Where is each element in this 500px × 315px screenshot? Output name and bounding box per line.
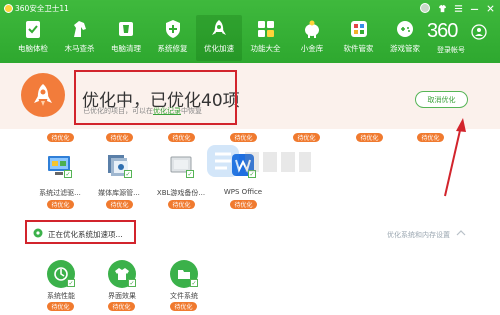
pending-badge[interactable]: 待优化 (170, 302, 197, 311)
piggy-bank-icon (301, 18, 323, 40)
pending-badge[interactable]: 待优化 (230, 200, 257, 209)
chevron-up-icon[interactable] (456, 228, 466, 238)
rocket-icon (208, 18, 230, 40)
cancel-optimize-button[interactable]: 取消优化 (415, 91, 468, 108)
settings-link[interactable]: 优化系统和内存设置 (387, 230, 450, 240)
nav-label: 小金库 (300, 44, 324, 53)
pending-badge[interactable]: 待优化 (106, 133, 133, 142)
360-logo: 360 (427, 20, 458, 42)
broom-icon (115, 18, 137, 40)
pending-badge[interactable]: 待优化 (106, 200, 133, 209)
app-label: 媒体库源管... (98, 189, 140, 197)
pending-badge[interactable]: 待优化 (47, 200, 74, 209)
nav-label: 电脑体检 (18, 44, 48, 53)
nav-item-checkup[interactable]: 电脑体检 (10, 15, 56, 61)
pending-badge[interactable]: 待优化 (108, 302, 135, 311)
user-plus-icon[interactable] (471, 24, 487, 40)
nav-item-cleanup[interactable]: 电脑清理 (103, 15, 149, 61)
annotation-box-progress (25, 220, 136, 244)
item-label: 界面效果 (108, 292, 136, 300)
shield-plus-icon (162, 18, 184, 40)
close-icon[interactable] (484, 2, 496, 14)
grid-icon (255, 18, 277, 40)
pending-badge[interactable]: 待优化 (47, 302, 74, 311)
nav-item-optimize[interactable]: 优化加速 (196, 15, 242, 61)
nav-item-features[interactable]: 功能大全 (243, 15, 289, 61)
nav-label: 系统修复 (157, 44, 188, 53)
annotation-box-status (74, 70, 237, 125)
check-icon[interactable]: ✓ (124, 170, 132, 178)
nav-label: 木马查杀 (64, 44, 95, 53)
nav-label: 优化加速 (204, 44, 234, 53)
nav-label: 游戏管家 (390, 44, 420, 53)
main-nav: 电脑体检 木马查杀 电脑清理 系统修复 优化加速 功能大全 小金库 软件管家 游… (10, 15, 429, 61)
app-label: XBL游戏备份... (156, 189, 206, 197)
item-label: 系统性能 (47, 292, 75, 300)
login-link[interactable]: 登录帐号 (437, 45, 465, 55)
top-navigation-bar: 360安全卫士11 电脑体检 木马查杀 电脑清理 系统修复 优化加速 功能大全 … (0, 0, 500, 63)
app-label: WPS Office (223, 188, 263, 196)
brand: 360安全卫士11 (4, 3, 69, 13)
avatar[interactable] (420, 3, 430, 13)
apps-icon (348, 18, 370, 40)
pending-badge[interactable]: 待优化 (47, 133, 74, 142)
nav-label: 功能大全 (250, 44, 281, 53)
skin-icon[interactable] (436, 2, 448, 14)
nav-item-vault[interactable]: 小金库 (289, 15, 335, 61)
watermark-logo (207, 145, 311, 177)
pending-badge[interactable]: 待优化 (417, 133, 444, 142)
item-label: 文件系统 (170, 292, 198, 300)
pending-badge[interactable]: 待优化 (356, 133, 383, 142)
rocket-icon (21, 73, 65, 117)
nav-item-trojan-scan[interactable]: 木马查杀 (57, 15, 103, 61)
nav-label: 电脑清理 (111, 44, 141, 53)
check-icon[interactable]: ✓ (190, 279, 198, 287)
check-icon[interactable]: ✓ (67, 279, 75, 287)
clipboard-check-icon (22, 18, 44, 40)
nav-label: 软件管家 (343, 44, 374, 53)
check-icon[interactable]: ✓ (186, 170, 194, 178)
gamepad-icon (394, 18, 416, 40)
nav-item-game-manager[interactable]: 游戏管家 (382, 15, 428, 61)
minimize-icon[interactable] (468, 2, 480, 14)
app-label: 系统过滤驱... (39, 189, 81, 197)
menu-icon[interactable] (452, 2, 464, 14)
check-icon[interactable]: ✓ (64, 170, 72, 178)
app-logo-icon (4, 3, 13, 13)
app-window: 360安全卫士11 电脑体检 木马查杀 电脑清理 系统修复 优化加速 功能大全 … (0, 0, 500, 315)
app-title: 360安全卫士11 (15, 3, 69, 13)
pending-badge[interactable]: 待优化 (168, 200, 195, 209)
pending-badge[interactable]: 待优化 (168, 133, 195, 142)
window-controls (420, 2, 496, 14)
horse-icon (69, 18, 91, 40)
nav-item-software-manager[interactable]: 软件管家 (336, 15, 382, 61)
check-icon[interactable]: ✓ (128, 279, 136, 287)
nav-item-repair[interactable]: 系统修复 (150, 15, 196, 61)
